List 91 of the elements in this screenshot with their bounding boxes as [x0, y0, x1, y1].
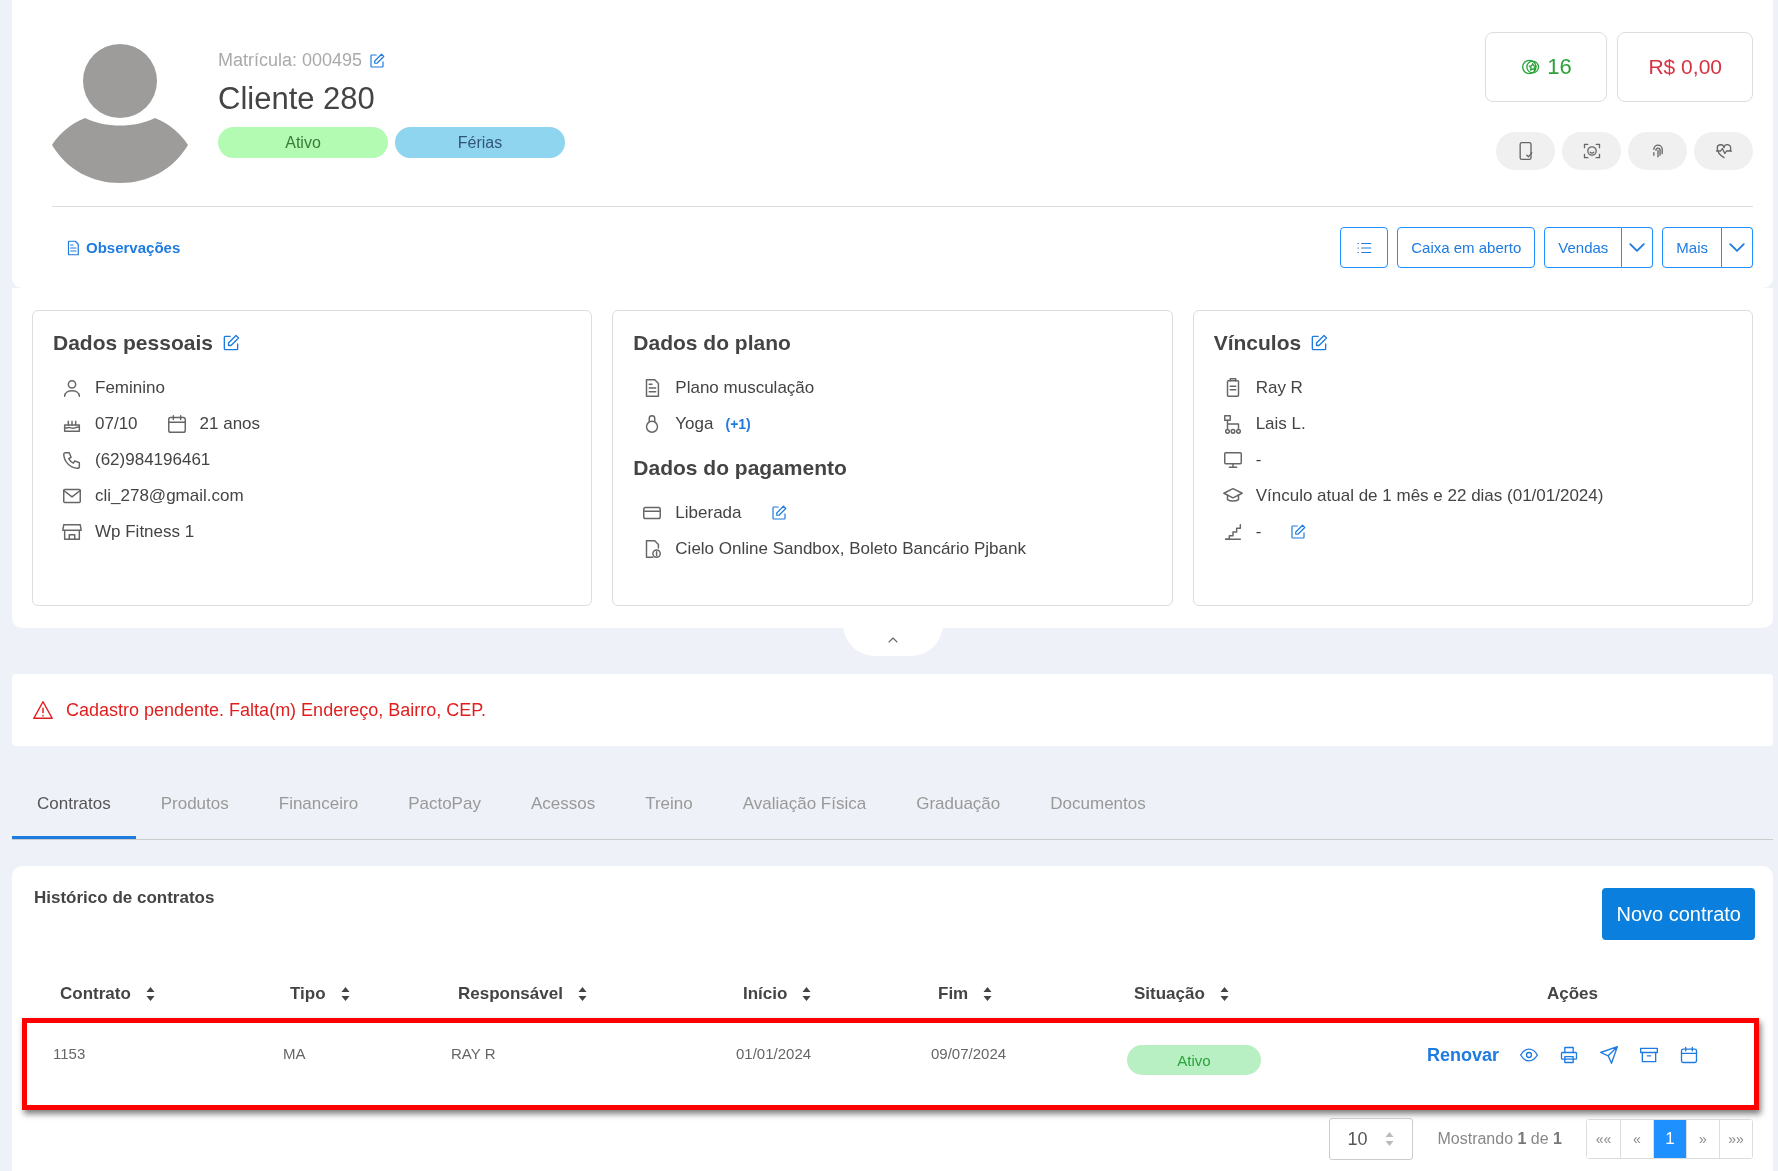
edit-icon[interactable] — [769, 503, 788, 522]
info-text: Ray R — [1255, 377, 1303, 398]
client-name: Cliente 280 — [218, 81, 376, 117]
page-size-select[interactable]: 10 — [1329, 1118, 1414, 1160]
tab[interactable]: Graduação — [891, 774, 1026, 839]
icon-button[interactable] — [1562, 132, 1621, 170]
tab[interactable]: Produtos — [135, 774, 254, 839]
sort-icon[interactable] — [982, 986, 994, 1002]
status-tag: Ativo — [218, 127, 388, 158]
points-count: 16 — [1547, 54, 1572, 80]
dropdown-toggle[interactable] — [1622, 227, 1654, 268]
info-text: Yoga — [675, 413, 714, 434]
column-header: Tipo — [290, 984, 326, 1004]
info-text: 21 anos — [199, 413, 261, 434]
heart-pulse-icon — [1713, 141, 1734, 161]
status-badge: Ativo — [1127, 1045, 1261, 1075]
info-text: Vínculo atual de 1 mês e 22 dias (01/01/2024) — [1255, 485, 1604, 506]
icon-button[interactable] — [1628, 132, 1687, 170]
hierarchy-icon — [1221, 412, 1244, 435]
info-text: cli_278@gmail.com — [95, 485, 244, 506]
notes-link[interactable]: Observações — [64, 238, 181, 257]
coin-star-icon — [1521, 57, 1542, 77]
sort-icon[interactable] — [144, 986, 156, 1002]
printer-icon[interactable] — [1559, 1045, 1580, 1065]
info-text: Plano musculação — [675, 377, 815, 398]
toolbar-button[interactable]: Mais — [1662, 227, 1722, 268]
card-title: Dados do pagamento — [633, 456, 847, 480]
info-text: Cielo Online Sandbox, Boleto Bancário Pjbank — [675, 538, 1026, 559]
renew-link[interactable]: Renovar — [1427, 1045, 1500, 1066]
avatar-icon — [50, 44, 190, 184]
card-title: Dados do plano — [633, 331, 791, 355]
column-header: Responsável — [458, 984, 563, 1004]
edit-icon[interactable] — [368, 51, 387, 70]
sort-icon[interactable] — [339, 986, 351, 1002]
send-icon[interactable] — [1599, 1045, 1620, 1065]
column-header: Contrato — [60, 984, 131, 1004]
info-text: (62)984196461 — [95, 449, 211, 470]
toolbar-button[interactable]: Vendas — [1544, 227, 1623, 268]
table-cell: 09/07/2024 — [931, 1045, 1007, 1062]
spinner-icon — [1384, 1131, 1396, 1147]
new-contract-button[interactable]: Novo contrato — [1602, 888, 1755, 940]
card-title: Dados pessoais — [53, 331, 213, 355]
pagination-info: Mostrando 1 de 1 — [1437, 1130, 1562, 1148]
tab[interactable]: Acessos — [505, 774, 621, 839]
tab[interactable]: Avaliação Física — [717, 774, 892, 839]
column-header: Fim — [938, 984, 969, 1004]
sort-icon[interactable] — [576, 986, 588, 1002]
edit-icon[interactable] — [1309, 333, 1330, 353]
page-button[interactable]: 1 — [1653, 1120, 1686, 1158]
tab[interactable]: PactoPay — [383, 774, 506, 839]
alert-text: Cadastro pendente. Falta(m) Endereço, Bairro, CEP. — [66, 699, 486, 721]
calendar-icon[interactable] — [1679, 1045, 1700, 1065]
info-text: Liberada — [675, 502, 742, 523]
sort-icon[interactable] — [1218, 986, 1230, 1002]
info-text: Wp Fitness 1 — [95, 521, 195, 542]
info-text: 07/10 — [95, 413, 138, 434]
info-text: Lais L. — [1255, 413, 1306, 434]
edit-icon[interactable] — [1289, 522, 1308, 541]
card-title: Vínculos — [1213, 331, 1302, 355]
column-header: Situação — [1134, 984, 1205, 1004]
calendar-icon — [165, 412, 188, 435]
tab[interactable]: Documentos — [1025, 774, 1171, 839]
list-button[interactable] — [1340, 227, 1389, 268]
balance-amount: R$ 0,00 — [1648, 55, 1722, 79]
column-header: Ações — [1547, 984, 1599, 1004]
page-button[interactable]: »» — [1719, 1120, 1752, 1158]
tab[interactable]: Contratos — [12, 774, 136, 839]
chevron-down-icon — [1629, 243, 1646, 252]
archive-icon[interactable] — [1639, 1045, 1660, 1065]
sort-icon[interactable] — [801, 986, 813, 1002]
more-link[interactable]: (+1) — [725, 415, 751, 432]
face-scan-icon — [1581, 141, 1602, 161]
warning-icon — [32, 699, 54, 721]
info-text: - — [1255, 449, 1262, 470]
table-cell: RAY R — [451, 1045, 496, 1062]
section-title: Histórico de contratos — [34, 888, 215, 908]
table-cell: 01/01/2024 — [736, 1045, 812, 1062]
tab[interactable]: Financeiro — [253, 774, 384, 839]
icon-button[interactable] — [1694, 132, 1753, 170]
column-header: Início — [743, 984, 788, 1004]
info-text: - — [1255, 521, 1262, 542]
table-cell: 1153 — [53, 1045, 86, 1062]
registration-number: Matrícula: 000495 — [218, 50, 363, 71]
table-cell: MA — [283, 1045, 306, 1062]
dropdown-toggle[interactable] — [1722, 227, 1753, 268]
info-text: Feminino — [95, 377, 165, 398]
toolbar-button[interactable]: Caixa em aberto — [1397, 227, 1536, 268]
chevron-down-icon — [1729, 243, 1745, 252]
icon-button[interactable] — [1496, 132, 1555, 170]
tab[interactable]: Treino — [620, 774, 718, 839]
status-tag: Férias — [395, 127, 565, 158]
